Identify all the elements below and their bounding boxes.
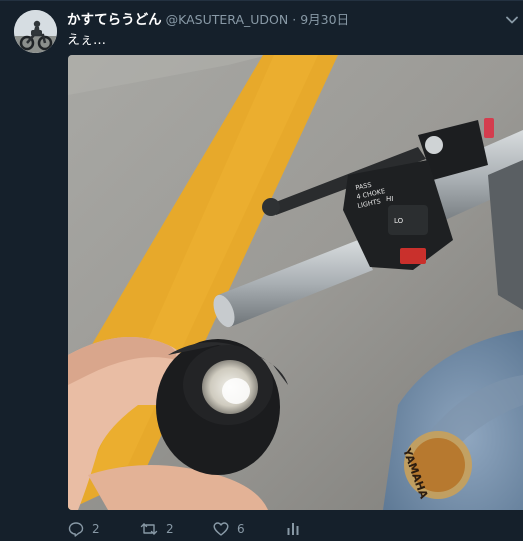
- avatar[interactable]: [14, 10, 57, 53]
- tweet-divider: [0, 0, 523, 1]
- retweet-count: 2: [166, 522, 174, 536]
- reply-icon: [68, 522, 84, 537]
- user-handle[interactable]: @KASUTERA_UDON: [166, 12, 289, 27]
- tweet-date[interactable]: 9月30日: [300, 9, 349, 28]
- reply-button[interactable]: 2: [68, 519, 100, 539]
- svg-text:HI: HI: [386, 195, 393, 203]
- analytics-button[interactable]: [286, 519, 308, 539]
- tweet-actions: 2 2 6: [68, 519, 523, 539]
- separator-dot: ·: [292, 12, 297, 27]
- retweet-icon: [140, 523, 158, 535]
- like-button[interactable]: 6: [213, 519, 245, 539]
- chevron-down-icon[interactable]: [505, 12, 519, 26]
- heart-icon: [213, 522, 229, 536]
- retweet-button[interactable]: 2: [140, 519, 174, 539]
- tweet-text: えぇ…: [67, 33, 107, 48]
- analytics-icon: [287, 523, 299, 535]
- tweet-header: かすてらうどん @KASUTERA_UDON · 9月30日: [67, 8, 349, 28]
- tweet-photo[interactable]: PASS 4 CHOKE LIGHTS HI LO YAMAHA: [68, 55, 523, 510]
- like-count: 6: [237, 522, 245, 536]
- display-name[interactable]: かすてらうどん: [67, 8, 162, 28]
- reply-count: 2: [92, 522, 100, 536]
- svg-text:LO: LO: [394, 217, 404, 225]
